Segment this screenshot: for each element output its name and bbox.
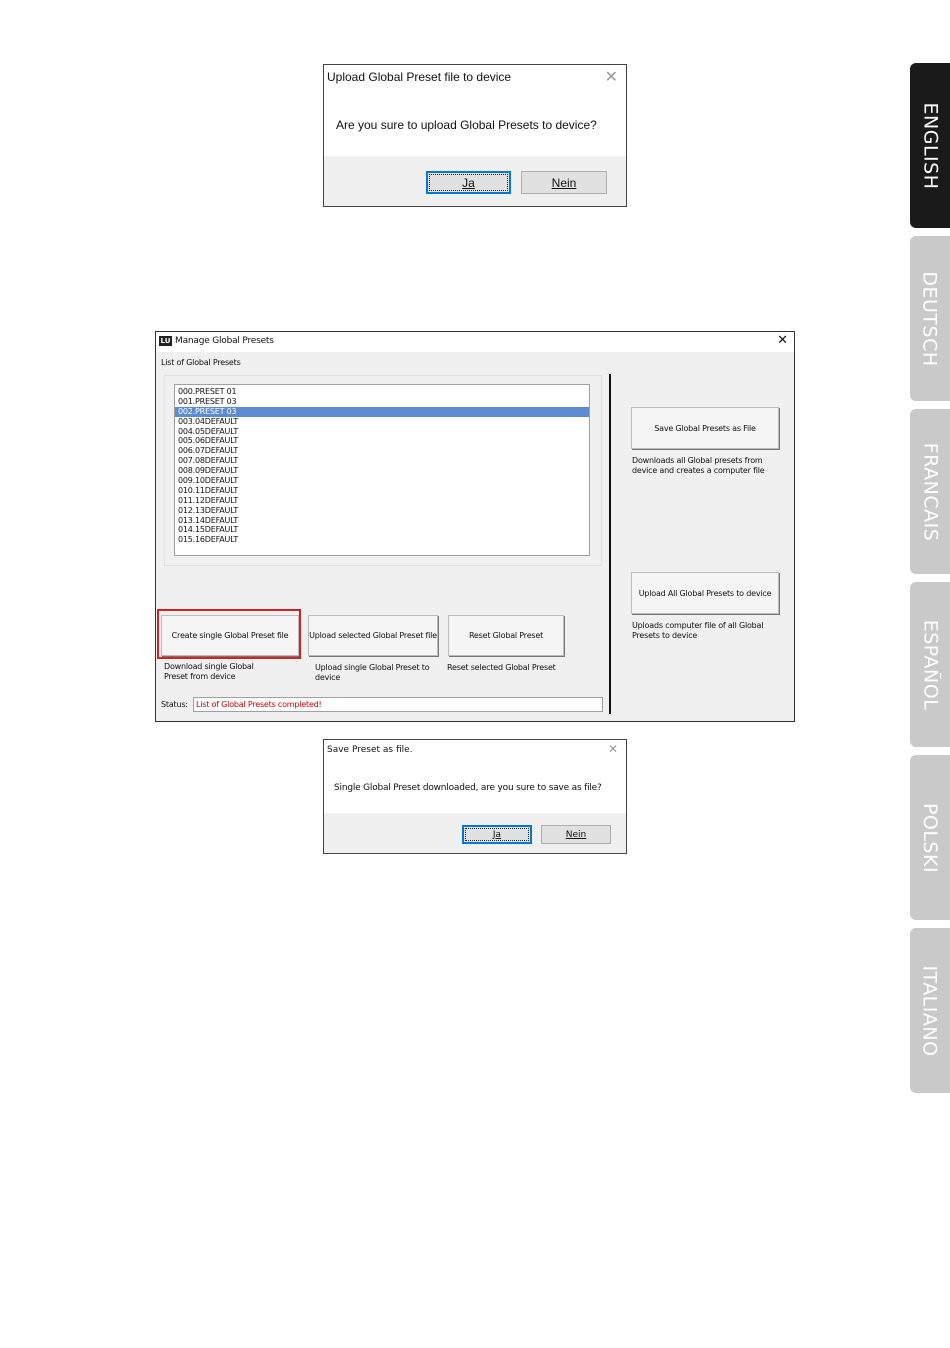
highlight-box [157,609,301,659]
language-tab-deutsch[interactable]: DEUTSCH [910,236,950,401]
language-tab-label: ENGLISH [919,102,942,189]
yes-button-label: Ja [492,829,502,840]
language-tab-label: DEUTSCH [919,270,942,367]
window-title: Manage Global Presets [175,336,274,346]
preset-list[interactable]: 000.PRESET 01 001.PRESET 03 002.PRESET 03 0… [174,384,590,556]
manage-global-presets-window: LU Manage Global Presets ✕ List of Globa… [155,331,795,722]
dialog-message: Are you sure to upload Global Presets to… [336,118,597,132]
upload-all-presets-button[interactable]: Upload All Global Presets to device [631,572,779,614]
preset-list-item[interactable]: 003.04DEFAULT [175,417,589,427]
preset-list-item[interactable]: 009.10DEFAULT [175,476,589,486]
status-field: List of Global Presets completed! [193,697,603,712]
app-icon: LU [159,336,172,346]
dialog-title: Upload Global Preset file to device [327,70,512,84]
preset-list-item[interactable]: 007.08DEFAULT [175,456,589,466]
upload-confirm-dialog: Upload Global Preset file to device ✕ Ar… [323,64,627,207]
preset-list-item[interactable]: 012.13DEFAULT [175,506,589,516]
preset-list-item[interactable]: 015.16DEFAULT [175,535,589,545]
language-tab-label: FRANCAIS [919,442,941,541]
dialog-message: Single Global Preset downloaded, are you… [334,783,602,793]
upload-selected-preset-button[interactable]: Upload selected Global Preset file [308,615,438,656]
title-bar: LU Manage Global Presets ✕ [156,332,794,352]
language-tab-english[interactable]: ENGLISH [910,63,950,228]
yes-button[interactable]: Ja [462,825,532,844]
no-button-label: Nein [551,175,577,190]
language-tab-italiano[interactable]: ITALIANO [910,928,950,1093]
yes-button-label: Ja [462,175,475,190]
preset-list-item[interactable]: 002.PRESET 03 [175,406,589,417]
language-tab-label: ITALIANO [919,964,941,1057]
save-presets-label: Save Global Presets as File [654,423,756,433]
reset-preset-button[interactable]: Reset Global Preset [448,615,564,656]
language-tab-polski[interactable]: POLSKI [910,755,950,920]
no-button[interactable]: Nein [541,825,611,844]
upload-selected-description: Upload single Global Preset to device [315,663,430,682]
yes-button[interactable]: Ja [426,171,511,194]
language-tab-label: POLSKI [919,802,941,873]
preset-list-item[interactable]: 005.06DEFAULT [175,436,589,446]
dialog-title: Save Preset as file. [327,745,413,755]
close-icon[interactable]: ✕ [777,333,788,348]
preset-list-item[interactable]: 000.PRESET 01 [175,387,589,397]
upload-all-presets-label: Upload All Global Presets to device [638,588,772,598]
list-label: List of Global Presets [161,358,241,367]
no-button[interactable]: Nein [521,171,607,194]
create-single-description: Download single Global Preset from devic… [164,662,254,681]
save-preset-dialog: Save Preset as file. ✕ Single Global Pre… [323,739,627,854]
upload-all-description: Uploads computer file of all Global Pres… [632,621,764,640]
status-value: List of Global Presets completed! [196,700,322,709]
preset-list-item[interactable]: 008.09DEFAULT [175,466,589,476]
no-button-label: Nein [565,829,587,840]
upload-selected-preset-label: Upload selected Global Preset file [309,631,437,640]
preset-list-item[interactable]: 011.12DEFAULT [175,496,589,506]
preset-list-item[interactable]: 014.15DEFAULT [175,525,589,535]
divider [609,374,611,714]
preset-list-item[interactable]: 013.14DEFAULT [175,516,589,526]
language-tab-espanol[interactable]: ESPAÑOL [910,582,950,747]
reset-preset-label: Reset Global Preset [468,631,544,640]
save-presets-as-file-button[interactable]: Save Global Presets as File [631,407,779,449]
preset-list-item[interactable]: 006.07DEFAULT [175,446,589,456]
status-label: Status: [161,700,188,709]
save-presets-description: Downloads all Global presets from device… [632,456,765,475]
reset-selected-description: Reset selected Global Preset [447,663,556,672]
preset-list-item[interactable]: 010.11DEFAULT [175,486,589,496]
preset-list-item[interactable]: 001.PRESET 03 [175,397,589,407]
language-tab-label: ESPAÑOL [919,619,941,710]
language-tab-francais[interactable]: FRANCAIS [910,409,950,574]
close-icon[interactable]: ✕ [605,67,618,87]
preset-list-item[interactable]: 004.05DEFAULT [175,427,589,437]
close-icon[interactable]: ✕ [608,742,618,756]
